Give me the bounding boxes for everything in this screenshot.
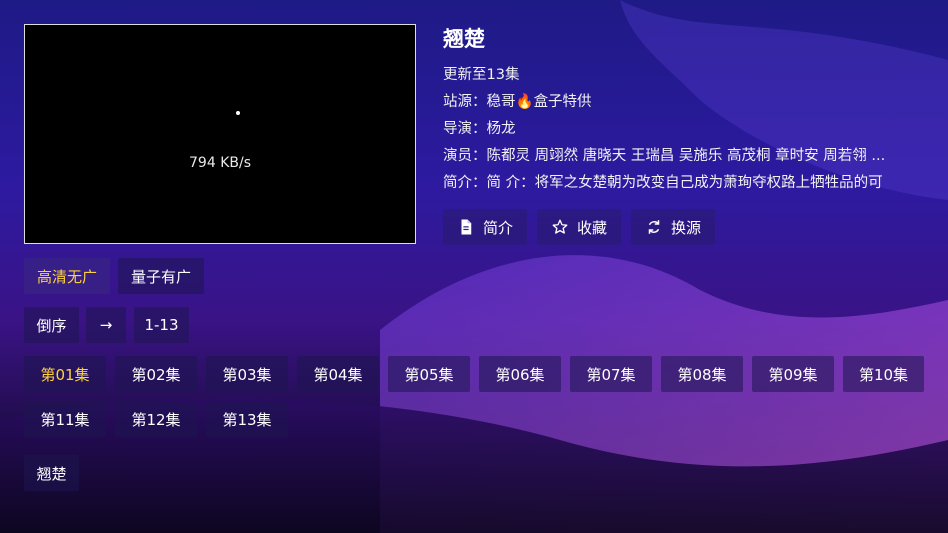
episode-button-04[interactable]: 第04集 (297, 356, 379, 392)
episode-button-09[interactable]: 第09集 (752, 356, 834, 392)
intro-value: 简 介：将军之女楚朝为改变自己成为萧珣夺权路上牺牲品的可 (486, 175, 883, 191)
episode-button-01[interactable]: 第01集 (24, 356, 106, 392)
actors-line: 演员：陈都灵 周翊然 唐晓天 王瑞昌 吴施乐 高茂桐 章时安 周若翎 ... (443, 143, 933, 170)
favorite-button-label: 收藏 (577, 218, 608, 237)
intro-line: 简介：简 介：将军之女楚朝为改变自己成为萧珣夺权路上牺牲品的可 (443, 170, 933, 197)
intro-label: 简介： (443, 175, 487, 191)
episode-button-13[interactable]: 第13集 (206, 401, 288, 437)
switch-source-button[interactable]: 换源 (631, 209, 716, 245)
director-label: 导演： (443, 121, 487, 137)
line-chip-1[interactable]: 高清无广 (24, 258, 110, 294)
source-name-b: 盒子特供 (533, 94, 592, 110)
page-title: 翘楚 (443, 27, 485, 51)
switch-source-button-label: 换源 (671, 218, 702, 237)
episode-button-10[interactable]: 第10集 (843, 356, 924, 392)
arrow-right-icon[interactable]: → (86, 307, 126, 343)
star-icon (552, 219, 568, 234)
range-chip[interactable]: 1-13 (134, 307, 189, 343)
intro-button-label: 简介 (483, 218, 514, 237)
source-name-a: 稳哥 (486, 94, 516, 110)
line-chip-2[interactable]: 量子有广 (118, 258, 204, 294)
episode-button-02[interactable]: 第02集 (115, 356, 197, 392)
actors-label: 演员： (443, 148, 487, 164)
episode-button-03[interactable]: 第03集 (206, 356, 288, 392)
download-speed: 794 KB/s (189, 155, 251, 171)
update-status: 更新至13集 (443, 67, 520, 83)
director-line: 导演：杨龙 (443, 116, 933, 143)
episode-button-07[interactable]: 第07集 (570, 356, 652, 392)
episode-button-11[interactable]: 第11集 (24, 401, 106, 437)
director-value: 杨龙 (486, 121, 516, 137)
episode-button-05[interactable]: 第05集 (388, 356, 470, 392)
refresh-icon (648, 220, 660, 234)
actors-value: 陈都灵 周翊然 唐晓天 王瑞昌 吴施乐 高茂桐 章时安 周若翎 ... (486, 148, 886, 164)
loading-indicator (236, 111, 240, 115)
favorite-button[interactable]: 收藏 (537, 209, 622, 245)
episode-button-12[interactable]: 第12集 (115, 401, 197, 437)
intro-button[interactable]: 简介 (443, 209, 528, 245)
fire-icon: 🔥 (515, 94, 534, 110)
detail-panel: 翘楚 更新至13集 站源：稳哥🔥盒子特供 导演：杨龙 演员：陈都灵 周翊然 唐晓… (443, 26, 933, 197)
video-player[interactable]: 794 KB/s (24, 24, 416, 244)
episode-button-06[interactable]: 第06集 (479, 356, 561, 392)
source-line: 站源：稳哥🔥盒子特供 (443, 89, 933, 116)
episode-button-08[interactable]: 第08集 (661, 356, 743, 392)
document-icon (461, 219, 472, 235)
sort-order-button[interactable]: 倒序 (24, 307, 79, 343)
source-label: 站源： (443, 94, 487, 110)
action-bar: 简介 收藏 换源 (443, 209, 716, 245)
related-item[interactable]: 翘楚 (24, 455, 79, 491)
